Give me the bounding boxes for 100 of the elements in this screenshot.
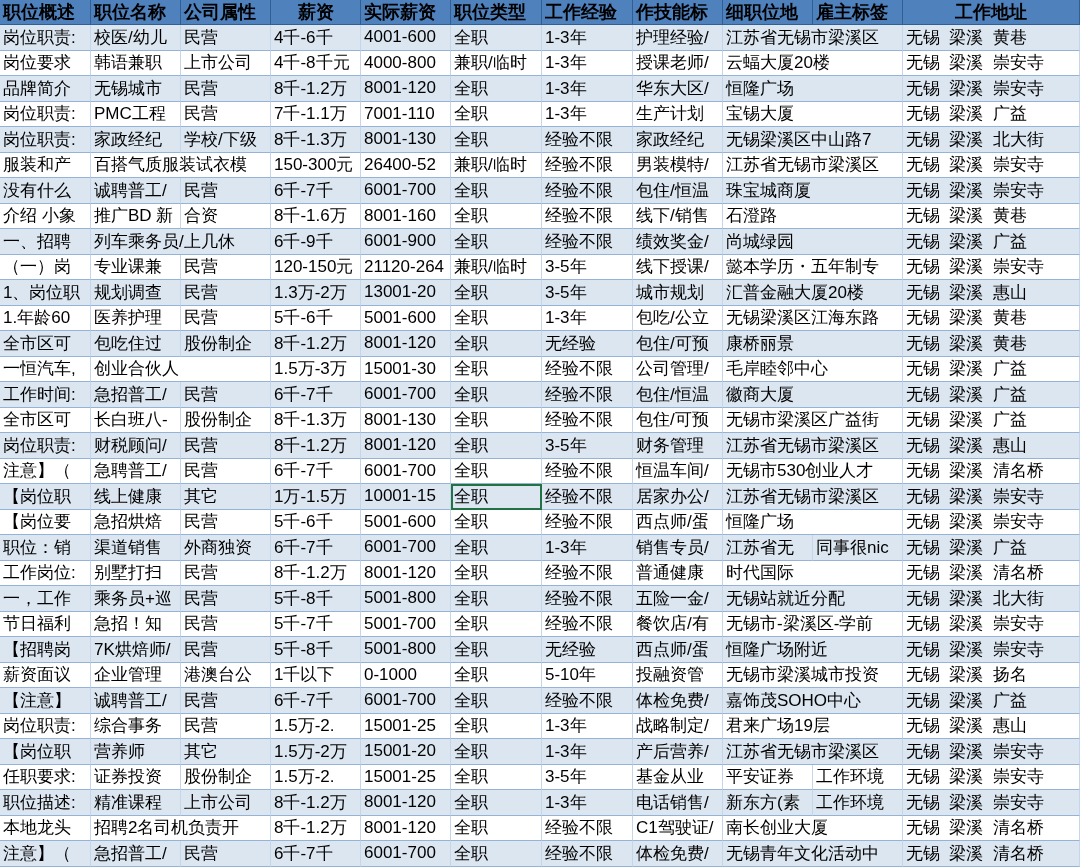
column-header[interactable]: 工作地址: [903, 0, 1080, 25]
table-cell: 民营: [181, 509, 271, 535]
table-cell: 经验不限: [542, 509, 633, 535]
table-cell: 无锡 梁溪 广益: [903, 535, 1080, 561]
table-cell: 学校/下级: [181, 127, 271, 153]
table-cell: 经验不限: [542, 152, 633, 178]
table-cell: 150-300元: [271, 152, 361, 178]
table-cell: 任职要求:: [0, 764, 91, 790]
table-cell: 8001-120: [361, 560, 451, 586]
table-cell: 普通健康: [633, 560, 723, 586]
table-cell: 15001-25: [361, 713, 451, 739]
table-cell: 8千-1.2万: [271, 815, 361, 841]
table-cell: 6千-7千: [271, 458, 361, 484]
column-header[interactable]: 职位概述: [0, 0, 91, 25]
table-cell: 包住/可预: [633, 407, 723, 433]
table-cell: 一、招聘: [0, 229, 91, 255]
column-header[interactable]: 职位名称: [91, 0, 181, 25]
table-cell: 120-150元: [271, 254, 361, 280]
column-header[interactable]: 工作经验: [542, 0, 633, 25]
table-cell: 1千以下: [271, 662, 361, 688]
table-cell: 体检免费/: [633, 841, 723, 867]
table-cell: 产后营养/: [633, 739, 723, 765]
table-cell: 1-3年: [542, 535, 633, 561]
table-cell: 股份制企: [181, 331, 271, 357]
table-cell: 医养护理: [91, 305, 181, 331]
column-header[interactable]: 薪资: [271, 0, 361, 25]
table-cell: 五险一金/: [633, 586, 723, 612]
table-cell: 民营: [181, 688, 271, 714]
table-cell: 石澄路: [723, 203, 903, 229]
table-cell: 急招普工/: [91, 382, 181, 408]
table-cell: 5千-6千: [271, 305, 361, 331]
table-cell: 全职: [451, 305, 542, 331]
table-cell: 全职: [451, 815, 542, 841]
table-cell: 餐饮店/有: [633, 611, 723, 637]
column-header[interactable]: 雇主标签: [813, 0, 903, 25]
table-cell: 无锡 梁溪 崇安寺: [903, 254, 1080, 280]
table-cell: 5001-800: [361, 586, 451, 612]
table-cell: 经验不限: [542, 815, 633, 841]
table-cell: 8千-1.2万: [271, 790, 361, 816]
table-cell: 渠道销售: [91, 535, 181, 561]
table-cell: 全职: [451, 790, 542, 816]
table-cell: 全职: [451, 841, 542, 867]
table-cell: 民营: [181, 76, 271, 102]
column-header[interactable]: 公司属性: [181, 0, 271, 25]
table-cell: 全职: [451, 509, 542, 535]
table-cell: 7001-110: [361, 101, 451, 127]
table-cell: 无锡 梁溪 广益: [903, 356, 1080, 382]
table-cell: 珠宝城商厦: [723, 178, 903, 204]
table-cell: 无锡 梁溪 崇安寺: [903, 509, 1080, 535]
table-cell: 1.5万-2.: [271, 713, 361, 739]
table-cell: 韩语兼职: [91, 50, 181, 76]
table-cell: 8千-1.3万: [271, 127, 361, 153]
table-cell: 【注意】: [0, 688, 91, 714]
table-cell: 急招！知: [91, 611, 181, 637]
table-cell: 6001-700: [361, 841, 451, 867]
table-cell: 5001-600: [361, 305, 451, 331]
table-cell: 投融资管: [633, 662, 723, 688]
table-cell: 创业合伙人: [91, 356, 271, 382]
table-cell: 外商独资: [181, 535, 271, 561]
table-cell: 毛岸睦邻中心: [723, 356, 903, 382]
table-cell: 兼职/临时: [451, 152, 542, 178]
table-cell: 【岗位职: [0, 484, 91, 510]
table-cell: 授课老师/: [633, 50, 723, 76]
table-cell: 职位描述:: [0, 790, 91, 816]
table-cell: 民营: [181, 101, 271, 127]
table-cell: 8001-120: [361, 433, 451, 459]
table-cell: 全职: [451, 178, 542, 204]
table-cell: 5千-8千: [271, 586, 361, 612]
column-header[interactable]: 职位类型: [451, 0, 542, 25]
table-cell: 无锡 梁溪 崇安寺: [903, 76, 1080, 102]
column-header[interactable]: 实际薪资: [361, 0, 451, 25]
table-cell: 8001-120: [361, 76, 451, 102]
table-cell: 兼职/临时: [451, 50, 542, 76]
table-cell: 6千-9千: [271, 229, 361, 255]
table-cell: 经验不限: [542, 229, 633, 255]
table-cell: 体检免费/: [633, 688, 723, 714]
table-cell: 民营: [181, 254, 271, 280]
column-header[interactable]: 细职位地: [723, 0, 813, 25]
table-cell: 民营: [181, 280, 271, 306]
table-cell: 经验不限: [542, 458, 633, 484]
table-cell: 财务管理: [633, 433, 723, 459]
column-header[interactable]: 作技能标: [633, 0, 723, 25]
table-cell: 无锡 梁溪 惠山: [903, 433, 1080, 459]
table-cell: 包吃住过: [91, 331, 181, 357]
table-cell: 品牌简介: [0, 76, 91, 102]
table-cell: 没有什么: [0, 178, 91, 204]
table-cell: 无锡 梁溪 崇安寺: [903, 178, 1080, 204]
table-cell: 15001-25: [361, 764, 451, 790]
table-cell: 4001-600: [361, 25, 451, 51]
table-cell: 民营: [181, 713, 271, 739]
table-cell: 6千-7千: [271, 178, 361, 204]
table-cell: 工作岗位:: [0, 560, 91, 586]
table-cell: 无锡 梁溪 广益: [903, 382, 1080, 408]
table-cell: 无锡 梁溪 崇安寺: [903, 484, 1080, 510]
table-cell: 民营: [181, 178, 271, 204]
table-cell: 战略制定/: [633, 713, 723, 739]
table-cell: 恒隆广场附近: [723, 637, 903, 663]
table-cell: 急聘普工/: [91, 458, 181, 484]
table-cell: 全职: [451, 433, 542, 459]
table-cell: 【岗位职: [0, 739, 91, 765]
